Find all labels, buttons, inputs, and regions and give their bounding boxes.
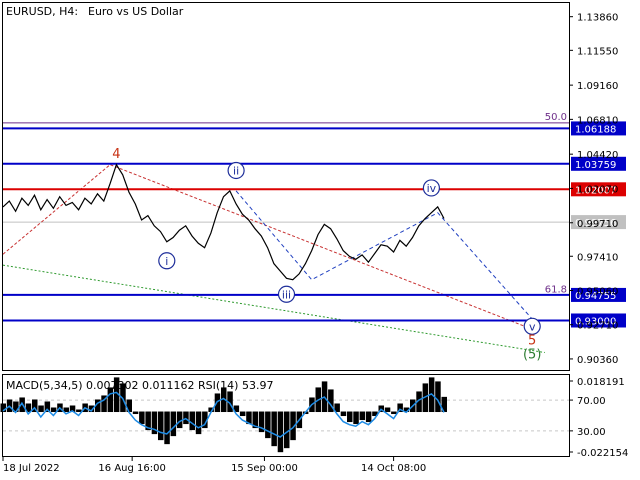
macd-histogram-bar — [38, 405, 44, 413]
macd-histogram-bar — [365, 411, 372, 423]
macd-histogram-bar — [170, 411, 177, 437]
price-tick-label: 1.09160 — [577, 81, 618, 92]
macd-histogram-bar — [384, 407, 391, 413]
wave-label: (5) — [523, 347, 541, 362]
macd-histogram-bar — [284, 411, 290, 449]
macd-histogram-bar — [214, 393, 221, 413]
macd-histogram-bar — [132, 411, 139, 415]
price-tick-label: 0.90360 — [577, 355, 618, 366]
time-tick-label: 16 Aug 16:00 — [98, 463, 165, 474]
price-tick-label: 1.11550 — [577, 46, 618, 57]
price-tick-label: 0.99710 — [577, 219, 618, 230]
wave-label: iv — [427, 182, 437, 195]
macd-histogram-bar — [50, 407, 57, 413]
wave-label: ii — [233, 164, 239, 177]
macd-histogram-bar — [195, 411, 202, 435]
macd-histogram-bar — [265, 411, 271, 439]
fib-level-label: 61.8 — [545, 284, 567, 295]
price-tick-label: 1.13860 — [577, 13, 618, 24]
macd-histogram-bar — [239, 411, 246, 417]
price-tick-label: 1.06810 — [577, 115, 618, 126]
macd-histogram-bar — [76, 409, 82, 413]
indicator-tick-label: -0.022154 — [577, 448, 628, 459]
wave-label: 4 — [112, 147, 120, 162]
price-tick-label: 0.92710 — [577, 321, 618, 332]
time-tick-label: 14 Oct 08:00 — [361, 463, 426, 474]
time-tick-label: 18 Jul 2022 — [3, 463, 60, 474]
macd-histogram-bar — [340, 411, 347, 417]
time-tick-label: 15 Sep 00:00 — [231, 463, 298, 474]
macd-histogram-bar — [277, 411, 284, 453]
macd-histogram-bar — [347, 411, 353, 423]
macd-histogram-bar — [139, 411, 145, 425]
macd-histogram-bar — [359, 411, 366, 421]
macd-histogram-bar — [189, 411, 195, 431]
price-tick-label: 0.97410 — [577, 252, 618, 263]
macd-histogram-bar — [391, 411, 397, 415]
wave-label: v — [529, 320, 536, 333]
fib-level-label: 50.0 — [545, 112, 567, 123]
macd-histogram-bar — [435, 381, 441, 413]
wave-label: 5 — [528, 333, 536, 348]
price-tick-label: 1.04420 — [577, 150, 618, 161]
indicator-tick-label: 30.00 — [577, 427, 606, 438]
price-tick-label: 0.95060 — [577, 286, 618, 297]
indicator-title: MACD(5,34,5) 0.007302 0.011162 RSI(14) 5… — [6, 379, 273, 392]
price-level-badge-label: 1.03759 — [575, 160, 616, 171]
chart-description-label: Euro vs US Dollar — [88, 5, 184, 18]
indicator-tick-label: 0.018191 — [577, 377, 625, 388]
macd-histogram-bar — [271, 411, 277, 447]
chart-canvas: 50.061.81.061881.037591.020070.947550.93… — [0, 0, 640, 480]
price-tick-label: 1.02070 — [577, 184, 618, 195]
macd-histogram-bar — [158, 411, 164, 441]
macd-histogram-bar — [353, 411, 359, 425]
chart-symbol-label: EURUSD, H4: — [6, 5, 78, 18]
indicator-tick-label: 70.00 — [577, 396, 606, 407]
macd-histogram-bar — [164, 411, 170, 445]
wave-label: i — [165, 255, 168, 268]
wave-label: iii — [282, 288, 291, 301]
macd-histogram-bar — [183, 411, 189, 425]
